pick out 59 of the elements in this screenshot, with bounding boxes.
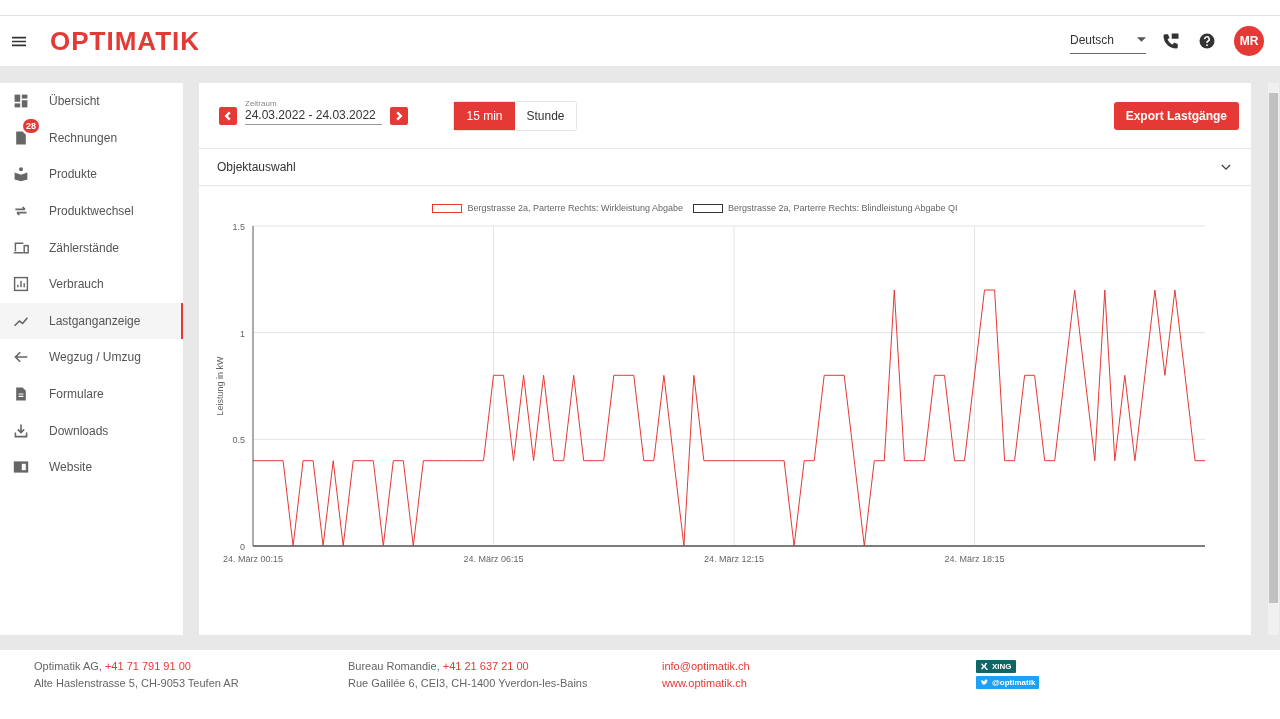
caret-icon — [1137, 37, 1146, 42]
axis-tick-label: 24. März 12:15 — [704, 554, 765, 564]
sidebar-item[interactable]: Formulare — [0, 375, 183, 413]
help-icon[interactable] — [1198, 32, 1216, 50]
dashboard-icon — [13, 93, 29, 110]
book-icon — [13, 166, 29, 183]
sidebar-item[interactable]: Zählerstände — [0, 229, 183, 266]
address-text: Rue Galilée 6, CEI3, CH-1400 Yverdon-les-Bains — [348, 677, 589, 689]
web-icon — [13, 459, 29, 476]
file-icon — [13, 386, 29, 403]
address-text: Alte Haslenstrasse 5, CH-9053 Teufen AR — [34, 677, 240, 689]
count-badge: 28 — [23, 118, 39, 133]
legend-label: Bergstrasse 2a, Parterre Rechts: Wirkleistung Abgabe — [467, 203, 683, 213]
interval-toggle[interactable]: 15 min — [454, 101, 515, 130]
download-icon — [13, 422, 29, 439]
sidebar-item[interactable]: Produktwechsel — [0, 192, 183, 230]
legend-swatch[interactable] — [432, 203, 463, 213]
sidebar-item[interactable]: Wegzug / Umzug — [0, 339, 183, 376]
sidebar-item[interactable]: 28 Rechnungen — [0, 119, 183, 157]
axis-tick-label: 0.5 — [232, 435, 245, 446]
user-avatar[interactable]: MR — [1234, 26, 1264, 56]
export-button[interactable]: Export Lastgänge — [1113, 101, 1239, 130]
axis-tick-label: 1.5 — [232, 222, 245, 232]
language-select[interactable]: Deutsch — [1070, 28, 1146, 54]
axis-tick-label: 1 — [240, 328, 245, 339]
bird-icon — [980, 678, 989, 687]
next-button[interactable] — [390, 106, 408, 125]
xing-icon — [980, 662, 989, 671]
logo[interactable]: OPTIMATIK — [50, 25, 201, 57]
axis-tick-label: 24. März 06:15 — [463, 554, 524, 564]
email-link[interactable]: info@optimatik.ch — [662, 660, 976, 672]
axis-tick-label: 0 — [240, 542, 245, 552]
sidebar-item[interactable]: Verbrauch — [0, 265, 183, 303]
phone-icon[interactable] — [1162, 32, 1180, 50]
phone-link[interactable]: +41 21 637 21 00 — [442, 660, 529, 672]
sidebar-item[interactable]: Lastganganzeige — [0, 302, 183, 340]
sidebar-item[interactable]: Website — [0, 448, 183, 486]
company-contact: Optimatik AG, +41 71 791 91 00 — [34, 660, 192, 672]
sidebar-item[interactable]: Übersicht — [0, 83, 183, 120]
company-contact: Bureau Romandie, +41 21 637 21 00 — [348, 660, 530, 672]
website-link[interactable]: www.optimatik.ch — [662, 677, 976, 689]
legend-label: Bergstrasse 2a, Parterre Rechts: Blindleistung Abgabe QI — [728, 203, 958, 213]
document-icon — [13, 129, 29, 146]
bar-chart-icon — [13, 276, 29, 293]
chevron-icon — [1221, 163, 1231, 171]
sidebar-item[interactable]: Produkte — [0, 156, 183, 193]
previous-button[interactable] — [219, 106, 237, 125]
legend-swatch[interactable] — [693, 203, 723, 213]
xing-link[interactable]: XING — [976, 660, 1016, 673]
phone-link[interactable]: +41 71 791 91 00 — [104, 660, 191, 672]
object-selection-panel[interactable]: Objektauswahl — [199, 149, 1251, 186]
axis-tick-label: 24. März 00:15 — [223, 554, 283, 564]
devices-icon — [13, 239, 29, 256]
axis-tick-label: 24. März 18:15 — [944, 554, 1005, 564]
date-range-field[interactable]: Zeitraum 24.03.2022 - 24.03.2022 — [245, 98, 382, 125]
sidebar-item[interactable]: Downloads — [0, 412, 183, 449]
menu-icon[interactable] — [12, 35, 26, 47]
scrollbar[interactable] — [1268, 83, 1279, 635]
axis-title: Leistung in kW — [215, 356, 225, 416]
